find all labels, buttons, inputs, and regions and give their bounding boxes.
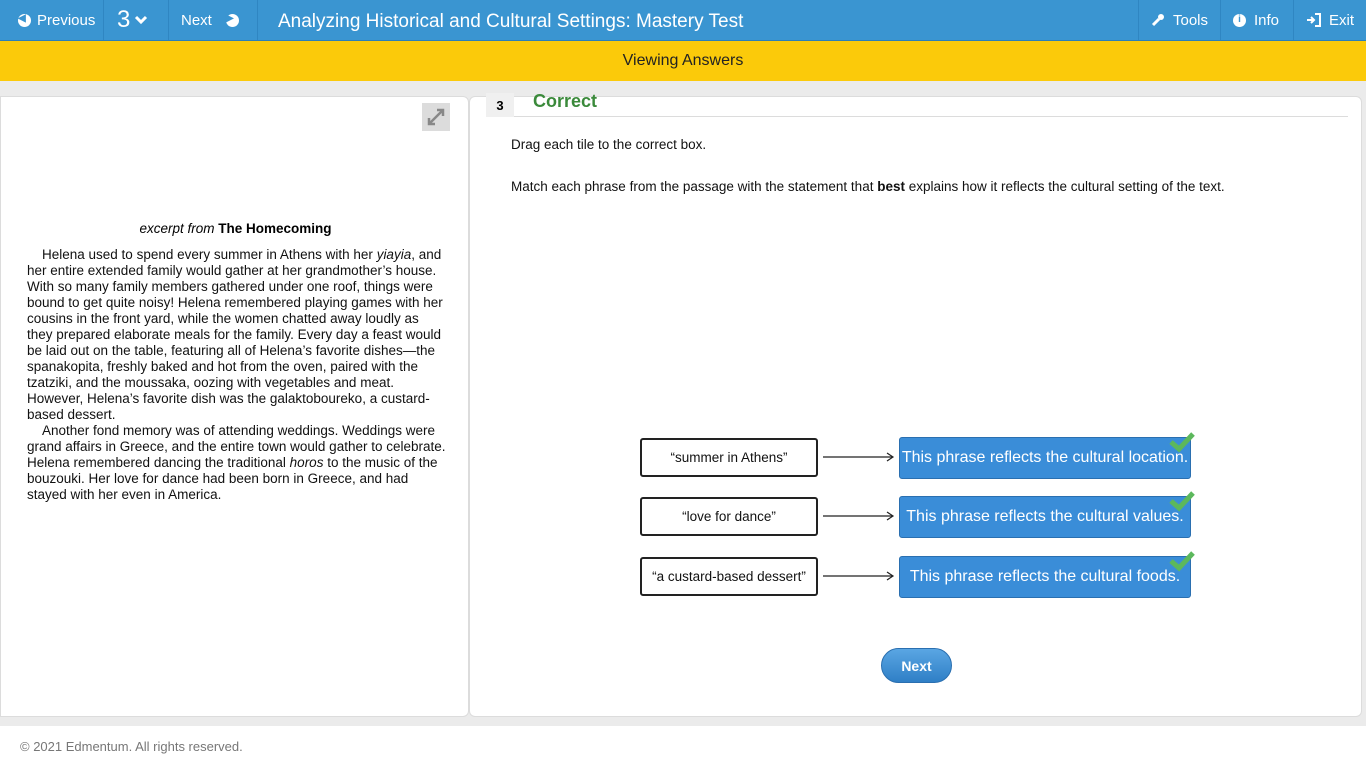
excerpt-prefix: excerpt from [139, 221, 215, 236]
prompt-text-run: Match each phrase from the passage with … [511, 179, 878, 194]
check-icon [1169, 551, 1195, 572]
answer-box[interactable]: This phrase reflects the cultural values… [899, 491, 1195, 538]
question-prompt: Match each phrase from the passage with … [511, 179, 1225, 194]
arrow-right-icon [823, 452, 895, 462]
next-question-button[interactable]: Next [881, 648, 952, 683]
wrench-icon [1151, 14, 1164, 27]
drag-tile[interactable]: “a custard-based dessert” [640, 557, 818, 596]
question-instruction: Drag each tile to the correct box. [511, 137, 707, 152]
exit-label: Exit [1329, 11, 1355, 29]
arrow-left-icon: ◀ [18, 13, 31, 27]
banner-text: Viewing Answers [622, 52, 744, 69]
arrow-right-icon: ▶ [225, 13, 239, 27]
passage-paragraph-1: Helena used to spend every summer in Ath… [27, 247, 447, 423]
passage-panel: excerpt from The Homecoming Helena used … [0, 96, 469, 717]
answer-box[interactable]: This phrase reflects the cultural locati… [899, 432, 1195, 479]
question-number-badge: 3 [486, 93, 514, 117]
arrow-right-icon [823, 571, 895, 581]
passage-italic-word: horos [289, 455, 324, 470]
excerpt-title: excerpt from The Homecoming [1, 221, 470, 236]
exit-icon [1307, 13, 1321, 27]
drag-tile[interactable]: “summer in Athens” [640, 438, 818, 477]
top-bar: ◀ Previous 3 Next ▶ Analyzing Historical… [0, 0, 1366, 41]
answer-box[interactable]: This phrase reflects the cultural foods. [899, 551, 1195, 598]
passage-text-run: , and her entire extended family would g… [27, 247, 443, 422]
footer: © 2021 Edmentum. All rights reserved. [0, 726, 1366, 768]
next-label: Next [181, 11, 212, 29]
next-button[interactable]: Next ▶ [169, 0, 258, 40]
info-button[interactable]: i Info [1221, 0, 1294, 40]
question-number-dropdown[interactable]: 3 [104, 0, 169, 40]
expand-icon [427, 108, 445, 126]
passage-italic-word: yiayia [376, 247, 412, 262]
arrow-right-icon [823, 511, 895, 521]
previous-button[interactable]: ◀ Previous [0, 0, 104, 40]
info-label: Info [1254, 11, 1280, 29]
copyright-text: © 2021 Edmentum. All rights reserved. [20, 739, 243, 754]
prompt-bold-word: best [877, 179, 905, 194]
test-title: Analyzing Historical and Cultural Settin… [278, 11, 744, 32]
passage-paragraph-2: Another fond memory was of attending wed… [27, 423, 447, 503]
answer-text: This phrase reflects the cultural locati… [901, 449, 1189, 466]
check-icon [1169, 432, 1195, 453]
tools-button[interactable]: Tools [1138, 0, 1221, 40]
answer-status: Correct [533, 91, 598, 111]
tools-label: Tools [1173, 11, 1209, 29]
exit-button[interactable]: Exit [1294, 0, 1366, 40]
check-icon [1169, 491, 1195, 512]
question-header: 3 Correct [486, 91, 1348, 117]
passage-text-run: Helena used to spend every summer in Ath… [42, 247, 377, 262]
passage-text: Helena used to spend every summer in Ath… [27, 247, 447, 503]
viewing-answers-banner: Viewing Answers [0, 41, 1366, 81]
answer-text: This phrase reflects the cultural foods. [909, 568, 1181, 585]
drag-tile[interactable]: “love for dance” [640, 497, 818, 536]
info-icon: i [1233, 13, 1246, 27]
question-number: 3 [117, 6, 131, 33]
expand-button[interactable] [422, 103, 450, 131]
answer-text: This phrase reflects the cultural values… [906, 508, 1184, 525]
previous-label: Previous [37, 11, 96, 29]
book-title: The Homecoming [218, 221, 332, 236]
prompt-text-run: explains how it reflects the cultural se… [904, 179, 1225, 194]
chevron-down-icon [135, 15, 148, 25]
question-panel: 3 Correct Drag each tile to the correct … [469, 91, 1362, 717]
